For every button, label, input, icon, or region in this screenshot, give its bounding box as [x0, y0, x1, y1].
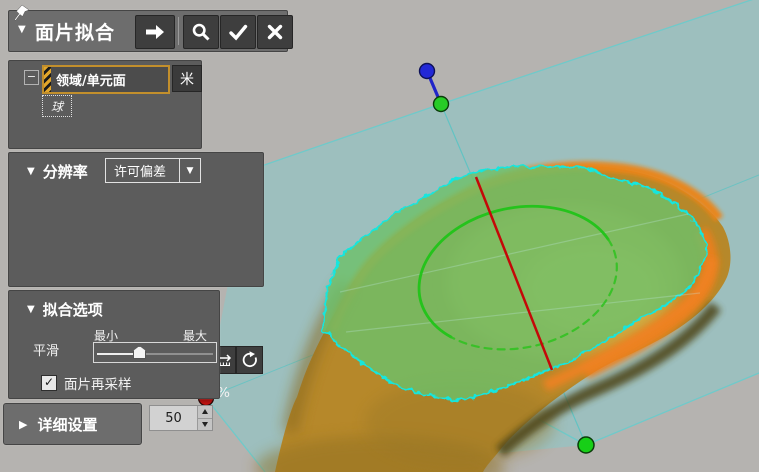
spin-down-icon[interactable]	[198, 418, 212, 431]
collapse-icon: ▼	[27, 305, 35, 315]
preview-button[interactable]	[183, 15, 219, 49]
spin-up-icon[interactable]	[198, 406, 212, 418]
command-toolbar: ▼ 面片拟合	[8, 10, 288, 52]
handle-top-blue[interactable]	[420, 64, 435, 79]
collapse-box[interactable]: −	[24, 70, 39, 85]
smooth-label: 平滑	[33, 340, 59, 359]
cancel-button[interactable]	[257, 15, 293, 49]
accept-button[interactable]	[220, 15, 256, 49]
slider-track	[139, 353, 213, 355]
max-points-spinner	[197, 406, 212, 430]
dropdown-caret-icon: ▼	[179, 159, 200, 182]
next-stage-button[interactable]	[135, 15, 175, 49]
selected-entity-chip[interactable]: 球	[42, 95, 72, 117]
fit-options-header[interactable]: ▼ 拟合选项	[27, 299, 103, 320]
region-section: − 领域/单元面 米 球 ✓ 创建一个曲面	[8, 60, 202, 149]
magnifier-icon	[191, 22, 211, 42]
region-field-label: 领域/单元面	[56, 70, 126, 89]
resample-checkbox[interactable]: ✓	[41, 375, 57, 391]
active-field-hatch	[44, 67, 51, 92]
resolution-header[interactable]: ▼ 分辨率	[27, 161, 88, 182]
app-window: ▼ 面片拟合 − 领域/单元面	[0, 0, 759, 472]
resample-row[interactable]: ✓ 面片再采样	[41, 373, 132, 393]
fit-options-section: ▼ 拟合选项 平滑 最小 最大 ✓ 面片再采样	[8, 290, 220, 399]
resolution-mode-value: 许可偏差	[106, 161, 179, 180]
handle-bottom-green[interactable]	[578, 437, 594, 453]
resolution-section: ▼ 分辨率 许可偏差 ▼ 许可偏差 %	[8, 152, 264, 287]
handle-top-green[interactable]	[434, 97, 449, 112]
estimate-button[interactable]	[236, 346, 263, 374]
detail-settings-title: 详细设置	[37, 414, 97, 435]
arrow-right-icon	[143, 22, 167, 42]
check-icon	[228, 23, 248, 41]
panel-collapse-icon[interactable]: ▼	[18, 25, 26, 35]
slider-track-filled	[97, 353, 139, 355]
region-input-field[interactable]: 领域/单元面	[42, 65, 170, 94]
max-points-input[interactable]	[150, 406, 197, 430]
resolution-mode-dropdown[interactable]: 许可偏差 ▼	[105, 158, 201, 183]
slider-thumb[interactable]	[133, 346, 146, 359]
selected-entity-label: 球	[51, 98, 63, 115]
region-selector-button[interactable]: 米	[172, 65, 202, 92]
resolution-title: 分辨率	[43, 161, 88, 182]
fit-options-title: 拟合选项	[43, 299, 103, 320]
toolbar-separator	[178, 17, 179, 45]
close-icon	[266, 23, 284, 41]
smooth-slider[interactable]	[93, 342, 217, 363]
collapse-icon: ▼	[27, 167, 35, 177]
detail-settings-bar[interactable]: ▶ 详细设置	[3, 403, 142, 445]
max-points-input-group	[149, 405, 213, 431]
resample-label: 面片再采样	[64, 373, 132, 393]
pin-icon[interactable]	[14, 4, 31, 22]
region-selector-glyph: 米	[180, 69, 194, 89]
expand-icon: ▶	[19, 419, 27, 430]
circular-arrow-icon	[241, 351, 259, 369]
panel-title: 面片拟合	[35, 18, 115, 45]
